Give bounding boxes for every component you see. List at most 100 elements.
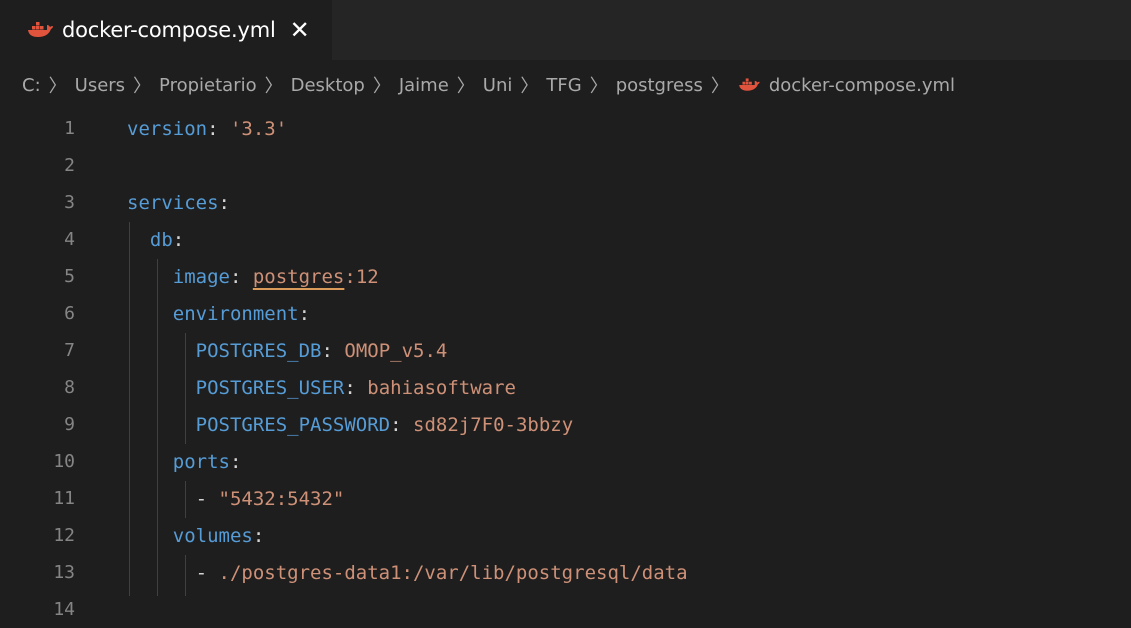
code-token: sd82j7F0-3bbzy [413, 413, 574, 436]
chevron-right-icon: 〉 [456, 76, 475, 97]
tab-docker-compose[interactable]: docker-compose.yml ✕ [0, 0, 333, 60]
code-token: :12 [344, 265, 379, 288]
line-number: 3 [64, 192, 75, 213]
code-punct [127, 229, 150, 251]
chevron-right-icon: 〉 [372, 76, 391, 97]
code-punct: : [172, 228, 185, 251]
code-text: POSTGRES_DB: OMOP_v5.4 [127, 339, 448, 362]
code-token: OMOP_v5.4 [344, 339, 448, 362]
code-line[interactable]: 11 - "5432:5432" [0, 480, 1131, 517]
breadcrumb-item-desktop[interactable]: Desktop [291, 75, 365, 96]
code-punct [127, 266, 173, 288]
code-text: - ./postgres-data1:/var/lib/postgresql/d… [127, 562, 688, 584]
breadcrumb-item-propietario[interactable]: Propietario [159, 75, 257, 96]
code-line[interactable]: 14 [0, 591, 1131, 628]
code-token: "5432:5432" [218, 487, 345, 510]
code-text: ports: [127, 450, 242, 473]
chevron-right-icon: 〉 [520, 76, 539, 97]
code-text: version: '3.3' [127, 118, 287, 140]
chevron-right-icon: 〉 [133, 76, 152, 97]
code-punct: - [127, 561, 219, 584]
chevron-right-icon: 〉 [589, 76, 608, 97]
code-punct: - [127, 487, 219, 510]
code-punct: : [390, 413, 413, 436]
code-line[interactable]: 8 POSTGRES_USER: bahiasoftware [0, 369, 1131, 406]
code-punct: : [207, 117, 230, 140]
breadcrumb-item-jaime[interactable]: Jaime [399, 75, 449, 96]
code-punct: : [298, 302, 311, 325]
code-text: image: postgres:12 [127, 266, 379, 288]
line-number: 5 [64, 266, 75, 287]
code-text: db: [127, 229, 184, 251]
code-line[interactable]: 4 db: [0, 221, 1131, 258]
code-text: POSTGRES_PASSWORD: sd82j7F0-3bbzy [127, 413, 574, 436]
code-punct: : [321, 339, 345, 362]
code-line[interactable]: 3 services: [0, 184, 1131, 221]
line-number: 6 [64, 303, 75, 324]
line-number: 4 [64, 229, 75, 250]
line-number: 13 [53, 562, 75, 583]
code-line[interactable]: 10 ports: [0, 443, 1131, 480]
breadcrumb-item-postgress[interactable]: postgress [616, 75, 703, 96]
breadcrumb-item-tfg[interactable]: TFG [546, 75, 581, 96]
docker-whale-icon [739, 78, 760, 91]
line-number: 8 [64, 377, 75, 398]
code-token: ./postgres-data1:/var/lib/postgresql/dat… [218, 561, 688, 584]
docker-whale-icon [28, 22, 53, 37]
line-number: 11 [53, 488, 75, 509]
code-text: - "5432:5432" [127, 487, 345, 510]
code-line[interactable]: 2 [0, 147, 1131, 184]
code-text: POSTGRES_USER: bahiasoftware [127, 377, 516, 399]
code-punct: : [252, 524, 265, 547]
code-punct: : [229, 265, 253, 288]
code-token: volumes [172, 524, 253, 547]
code-line[interactable]: 5 image: postgres:12 [0, 258, 1131, 295]
line-number: 2 [64, 155, 75, 176]
code-line[interactable]: 12 volumes: [0, 517, 1131, 554]
code-line[interactable]: 1 version: '3.3' [0, 110, 1131, 147]
code-line[interactable]: 9 POSTGRES_PASSWORD: sd82j7F0-3bbzy [0, 406, 1131, 443]
breadcrumb-item-drive[interactable]: C: [22, 75, 41, 96]
code-punct [127, 377, 196, 399]
code-token: ports [172, 450, 230, 473]
code-punct: : [344, 376, 368, 399]
line-number: 1 [64, 118, 75, 139]
breadcrumb-item-uni[interactable]: Uni [483, 75, 513, 96]
code-token: services [127, 191, 219, 214]
breadcrumb-item-file[interactable]: docker-compose.yml [769, 75, 955, 96]
code-punct: : [229, 450, 242, 473]
code-token: POSTGRES_PASSWORD [195, 413, 391, 436]
code-line[interactable]: 6 environment: [0, 295, 1131, 332]
code-editor[interactable]: 1 version: '3.3' 2 3 services: 4 db: 5 image: … [0, 110, 1131, 628]
breadcrumb: C: 〉 Users 〉 Propietario 〉 Desktop 〉 Jai… [0, 60, 1131, 110]
code-line[interactable]: 13 - ./postgres-data1:/var/lib/postgresq… [0, 554, 1131, 591]
line-number: 9 [64, 414, 75, 435]
code-punct [127, 525, 173, 547]
line-number: 14 [53, 599, 75, 620]
breadcrumb-item-users[interactable]: Users [75, 75, 125, 96]
tab-title: docker-compose.yml [62, 18, 276, 42]
code-token: POSTGRES_USER [195, 376, 345, 399]
code-line[interactable]: 7 POSTGRES_DB: OMOP_v5.4 [0, 332, 1131, 369]
code-punct [127, 340, 196, 362]
code-token: db [149, 228, 173, 251]
chevron-right-icon: 〉 [710, 76, 729, 97]
line-number: 10 [53, 451, 75, 472]
code-punct [127, 303, 173, 325]
code-token: version [127, 117, 208, 140]
tab-bar: docker-compose.yml ✕ [0, 0, 1131, 60]
code-text: volumes: [127, 524, 265, 547]
code-token: postgres [252, 265, 345, 288]
code-punct [127, 414, 196, 436]
line-number: 12 [53, 525, 75, 546]
code-token: environment [172, 302, 299, 325]
chevron-right-icon: 〉 [48, 76, 67, 97]
code-token: bahiasoftware [367, 376, 516, 399]
code-text: services: [127, 192, 230, 214]
code-text: environment: [127, 303, 310, 325]
code-token: POSTGRES_DB [195, 339, 322, 362]
close-icon[interactable]: ✕ [290, 18, 310, 42]
code-punct [127, 451, 173, 473]
line-number: 7 [64, 340, 75, 361]
code-token: image [172, 265, 230, 288]
